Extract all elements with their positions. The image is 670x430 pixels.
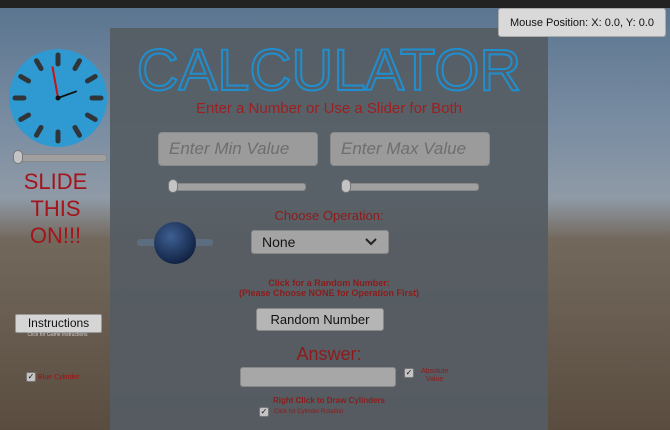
random-label-line: Click for a Random Number: [268, 278, 390, 288]
slider-handle[interactable] [13, 150, 23, 164]
chevron-down-icon [365, 238, 377, 246]
absolute-value-toggle[interactable]: ✓ Absolute Value [404, 368, 448, 384]
title-text: CALCULATOR [137, 38, 522, 103]
calculator-subtitle: Enter a Number or Use a Slider for Both [196, 100, 462, 117]
checkbox[interactable]: ✓ [26, 372, 36, 382]
random-label-line: (Please Choose NONE for Operation First) [238, 288, 420, 298]
operation-selected-value: None [262, 234, 296, 250]
min-value-input[interactable] [158, 132, 318, 166]
label-line: Absolute [421, 368, 449, 375]
mouse-position-readout: Mouse Position: X: 0.0, Y: 0.0 [498, 8, 666, 37]
slide-this-on-text: SLIDE THIS ON!!! [8, 168, 103, 249]
random-number-button[interactable]: Random Number [256, 308, 384, 331]
max-value-input[interactable] [330, 132, 490, 166]
absolute-value-label: Absolute Value [421, 368, 448, 384]
top-strip [0, 0, 670, 8]
checkbox-label: Blue Cylinder [38, 373, 80, 381]
instructions-hint: Click for Game Instructions [27, 332, 88, 338]
blue-sphere-object [137, 222, 213, 264]
answer-output-field[interactable] [240, 367, 396, 387]
analog-clock [9, 49, 107, 147]
random-number-label: Click for a Random Number: (Please Choos… [110, 278, 548, 298]
label-line: Value [425, 376, 444, 383]
min-value-slider[interactable] [168, 179, 306, 193]
slider-track [343, 183, 479, 191]
slide-line: THIS [30, 196, 81, 221]
cylinder-rotation-toggle[interactable]: ✓ Click for Cylinder Rotation [259, 407, 343, 417]
cylinder-rotation-label: Click for Cylinder Rotation [274, 409, 344, 415]
answer-label: Answer: [296, 344, 362, 364]
slider-track [15, 154, 107, 162]
operation-dropdown[interactable]: None [251, 230, 389, 254]
blue-cylinder-toggle[interactable]: ✓ Blue Cylinder [26, 372, 80, 382]
slider-handle[interactable] [168, 179, 178, 193]
checkbox[interactable]: ✓ [259, 407, 269, 417]
calculator-panel: CALCULATOR Enter a Number or Use a Slide… [110, 28, 548, 430]
operation-label: Choose Operation: [274, 208, 384, 223]
slider-track [170, 183, 306, 191]
check-icon: ✓ [260, 407, 268, 416]
checkbox[interactable]: ✓ [404, 368, 414, 378]
slide-line: SLIDE [23, 169, 88, 194]
instructions-button[interactable]: Instructions [15, 314, 102, 333]
slide-line: ON!!! [29, 223, 82, 248]
check-icon: ✓ [405, 368, 413, 377]
check-icon: ✓ [27, 372, 35, 381]
slider-handle[interactable] [341, 179, 351, 193]
max-value-slider[interactable] [341, 179, 479, 193]
draw-cylinders-hint: Right Click to Draw Cylinders [272, 396, 386, 405]
left-slider[interactable] [13, 150, 107, 164]
